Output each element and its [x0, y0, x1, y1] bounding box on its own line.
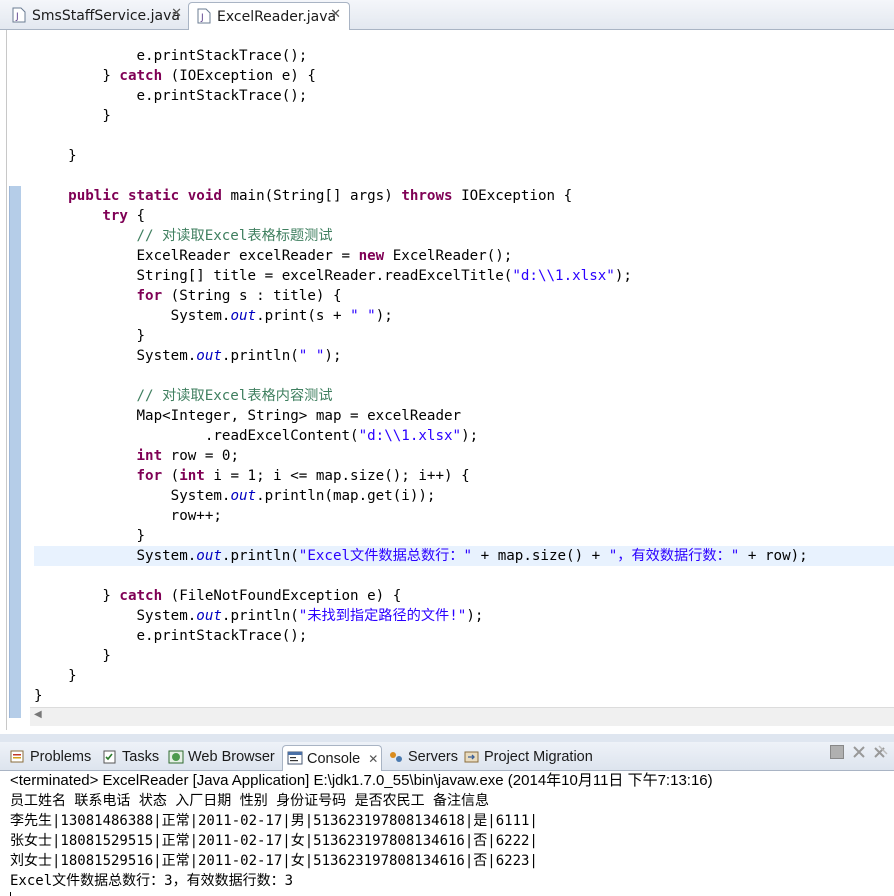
tab-tasks[interactable]: Tasks — [98, 745, 164, 769]
close-icon[interactable]: ✕ — [330, 7, 341, 22]
remove-all-icon[interactable] — [874, 745, 888, 759]
console-line: 李先生|13081486388|正常|2011-02-17|男|51362319… — [10, 813, 538, 829]
code-editor[interactable]: e.printStackTrace(); } catch (IOExceptio… — [0, 30, 894, 730]
code-line: } — [34, 668, 77, 684]
code-line: row++; — [34, 508, 222, 524]
tasks-icon — [103, 750, 116, 764]
code-line: Map<Integer, String> map = excelReader — [34, 408, 462, 424]
java-file-icon: J — [12, 7, 26, 23]
text-caret — [10, 892, 11, 896]
web-browser-icon — [168, 750, 184, 764]
svg-text:J: J — [15, 12, 19, 22]
code-line: } catch (IOException e) { — [34, 68, 316, 84]
code-line: } — [34, 328, 146, 344]
svg-text:J: J — [200, 13, 204, 23]
code-lines: e.printStackTrace(); } catch (IOExceptio… — [34, 46, 894, 706]
code-line: e.printStackTrace(); — [34, 88, 308, 104]
code-line: int row = 0; — [136, 448, 240, 464]
tab-label: Project Migration — [484, 749, 593, 765]
remove-launch-icon[interactable] — [852, 745, 866, 759]
java-file-icon: J — [197, 8, 211, 24]
tab-label: Problems — [30, 749, 92, 765]
tab-excel-reader[interactable]: J ExcelReader.java ✕ — [188, 2, 350, 30]
editor-horizontal-scrollbar[interactable]: ◀ — [30, 707, 894, 726]
editor-tab-bar: J SmsStaffService.java ✕ J ExcelReader.j… — [0, 0, 894, 30]
console-status-line: <terminated> ExcelReader [Java Applicati… — [10, 772, 713, 789]
code-line: } — [34, 528, 146, 544]
code-line: try { — [102, 208, 146, 224]
code-line: System.out.println("未找到指定路径的文件!"); — [34, 608, 484, 624]
code-line: System.out.println(" "); — [34, 348, 342, 364]
console-line: 张女士|18081529515|正常|2011-02-17|女|51362319… — [10, 833, 538, 849]
code-line: for (int i = 1; i <= map.size(); i++) { — [136, 468, 470, 484]
code-line: .readExcelContent("d:\\1.xlsx"); — [34, 428, 479, 444]
project-migration-icon — [464, 751, 479, 763]
code-line: for (String s : title) { — [136, 288, 342, 304]
code-line: } — [34, 688, 43, 704]
quick-diff-marker — [9, 186, 21, 718]
code-line: System.out.println(map.get(i)); — [34, 488, 436, 504]
tab-label: Web Browser — [188, 749, 275, 765]
close-icon[interactable]: ✕ — [368, 752, 378, 766]
scroll-left-icon[interactable]: ◀ — [34, 709, 42, 720]
console-line: 员工姓名 联系电话 状态 入厂日期 性别 身份证号码 是否农民工 备注信息 — [10, 793, 489, 809]
tab-label: Console — [307, 750, 361, 767]
code-line: String[] title = excelReader.readExcelTi… — [34, 268, 632, 284]
code-line: System.out.print(s + " "); — [34, 308, 393, 324]
code-line-current: System.out.println("Excel文件数据总数行：" + map… — [34, 546, 894, 566]
problems-icon — [10, 750, 24, 763]
code-line: public static void main(String[] args) t… — [68, 188, 573, 204]
console-output: 员工姓名 联系电话 状态 入厂日期 性别 身份证号码 是否农民工 备注信息李先生… — [10, 791, 538, 891]
code-line: e.printStackTrace(); — [34, 48, 308, 64]
code-line: // 对读取Excel表格标题测试 — [136, 228, 333, 244]
view-separator[interactable] — [0, 734, 894, 742]
tab-label: ExcelReader.java — [217, 8, 337, 25]
close-icon[interactable]: ✕ — [171, 6, 182, 21]
terminate-icon[interactable] — [830, 745, 844, 759]
code-line: } — [34, 108, 111, 124]
tab-project-migration[interactable]: Project Migration — [460, 745, 610, 769]
tab-label: SmsStaffService.java — [32, 7, 180, 24]
tab-label: Servers — [408, 749, 458, 765]
code-line: } — [34, 148, 77, 164]
editor-ruler — [6, 30, 7, 730]
tab-sms-staff-service[interactable]: J SmsStaffService.java ✕ — [4, 2, 190, 29]
console-icon — [287, 751, 303, 765]
console-line: Excel文件数据总数行：3，有效数据行数：3 — [10, 873, 293, 889]
tab-web-browser[interactable]: Web Browser — [164, 745, 282, 769]
console-line: 刘女士|18081529516|正常|2011-02-17|女|51362319… — [10, 853, 538, 869]
view-tab-bar: Problems Tasks Web Browser Console ✕ Ser… — [0, 742, 894, 771]
servers-icon — [390, 752, 402, 762]
tab-problems[interactable]: Problems — [6, 745, 96, 769]
code-line: } — [34, 648, 111, 664]
view-toolbar — [830, 745, 888, 763]
console-output-area[interactable]: <terminated> ExcelReader [Java Applicati… — [0, 771, 894, 896]
code-line: // 对读取Excel表格内容测试 — [136, 388, 333, 404]
code-line: } catch (FileNotFoundException e) { — [34, 588, 402, 604]
code-line: ExcelReader excelReader = new ExcelReade… — [34, 248, 513, 264]
code-line: e.printStackTrace(); — [34, 628, 308, 644]
tab-console[interactable]: Console ✕ — [282, 745, 382, 771]
tab-label: Tasks — [122, 749, 160, 765]
